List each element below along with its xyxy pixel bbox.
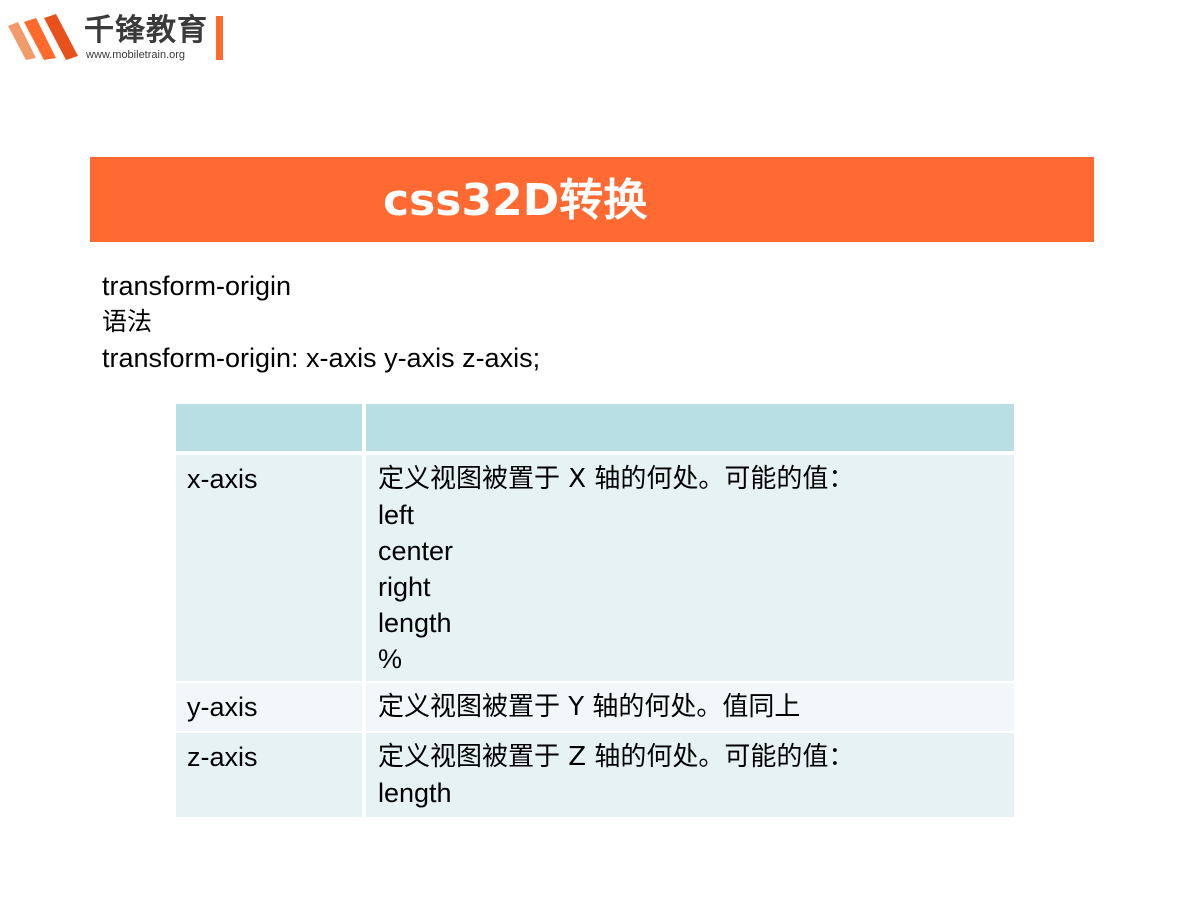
table-cell-desc: 定义视图被置于 Y 轴的何处。值同上: [366, 683, 1014, 731]
desc-value-length: length: [378, 608, 452, 638]
table-cell-desc: 定义视图被置于 Z 轴的何处。可能的值： length: [366, 733, 1014, 817]
table-header-row: [176, 404, 1014, 451]
table-row-x-axis: x-axis 定义视图被置于 X 轴的何处。可能的值： left center …: [176, 455, 1014, 681]
title-banner: css32D转换: [90, 157, 1094, 242]
param-y-axis: y-axis: [187, 692, 258, 722]
brand-accent-bar: [216, 16, 223, 60]
desc-value-left: left: [378, 500, 415, 530]
brand-url: www.mobiletrain.org: [86, 49, 186, 61]
syntax-label: 语法: [102, 307, 153, 336]
desc-line: 定义视图被置于 X 轴的何处。可能的值：: [378, 464, 855, 494]
table-cell-param: z-axis: [176, 733, 362, 817]
table-cell-param: y-axis: [176, 683, 362, 731]
desc-line: 定义视图被置于 Y 轴的何处。值同上: [378, 692, 801, 722]
table-cell-desc: 定义视图被置于 X 轴的何处。可能的值： left center right l…: [366, 455, 1014, 681]
brand-logo-mark-icon: [8, 14, 78, 60]
desc-value-percent: %: [378, 644, 403, 674]
desc-value-center: center: [378, 536, 454, 566]
parameter-table: x-axis 定义视图被置于 X 轴的何处。可能的值： left center …: [176, 404, 1014, 817]
slide-title: css32D转换: [383, 175, 648, 226]
table-cell-param: x-axis: [176, 455, 362, 681]
table-header-cell-desc: [366, 404, 1014, 451]
desc-y-axis: 定义视图被置于 Y 轴的何处。值同上: [378, 689, 800, 725]
table-row-z-axis: z-axis 定义视图被置于 Z 轴的何处。可能的值： length: [176, 733, 1014, 817]
desc-x-axis: 定义视图被置于 X 轴的何处。可能的值： left center right l…: [378, 461, 854, 677]
desc-line: 定义视图被置于 Z 轴的何处。可能的值：: [378, 742, 855, 772]
desc-value-length: length: [378, 778, 452, 808]
property-name: transform-origin: [102, 271, 292, 301]
syntax-code: transform-origin: x-axis y-axis z-axis;: [102, 343, 541, 373]
table-header-cell-param: [176, 404, 362, 451]
desc-z-axis: 定义视图被置于 Z 轴的何处。可能的值： length: [378, 739, 854, 811]
table-row-y-axis: y-axis 定义视图被置于 Y 轴的何处。值同上: [176, 683, 1014, 731]
param-x-axis: x-axis: [187, 464, 258, 494]
brand-name: 千锋教育: [84, 13, 208, 48]
desc-value-right: right: [378, 572, 431, 602]
brand-logo: 千锋教育 www.mobiletrain.org: [6, 12, 226, 64]
param-z-axis: z-axis: [187, 742, 258, 772]
